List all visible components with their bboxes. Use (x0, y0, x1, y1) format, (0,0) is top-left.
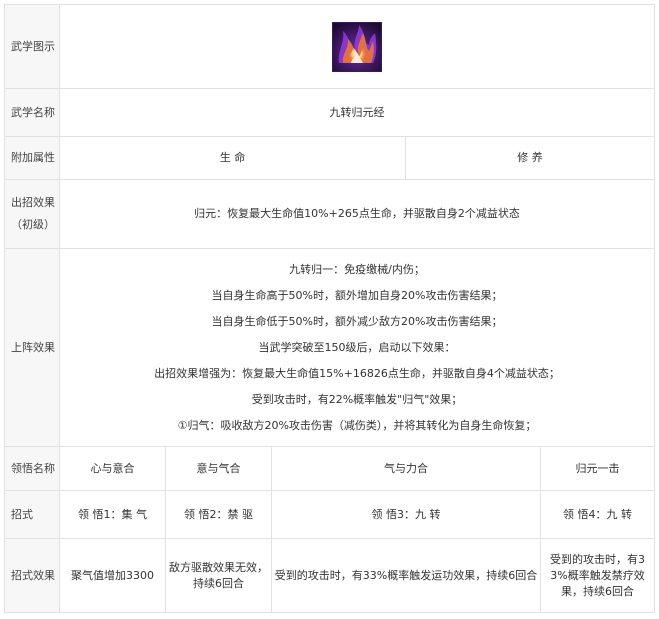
move-effect-3: 受到的攻击时，有33%概率触发运功效果，持续6回合 (271, 538, 541, 613)
icon-label: 武学图示 (4, 4, 60, 89)
formation-line: 当自身生命高于50%时，额外增加自身20%攻击伤害结果； (211, 288, 503, 302)
insight-label: 领悟名称 (4, 446, 60, 491)
row-formation: 上阵效果 九转归一：免疫缴械/内伤； 当自身生命高于50%时，额外增加自身20%… (4, 248, 655, 447)
attr-cultivation: 修 养 (405, 136, 655, 180)
formation-label: 上阵效果 (4, 248, 60, 447)
formation-line: 当武学突破至150级后，启动以下效果： (258, 340, 456, 354)
formation-line: ①归气：吸收敌方20%攻击伤害（减伤类），并将其转化为自身生命恢复； (177, 418, 537, 432)
move-2: 领 悟2：禁 驱 (165, 490, 272, 539)
icon-cell (59, 4, 655, 89)
effect-label-main: 出招效果 (11, 196, 55, 209)
row-move-effect: 招式效果 聚气值增加3300 敌方驱散效果无效，持续6回合 受到的攻击时，有33… (4, 538, 655, 613)
formation-effects: 九转归一：免疫缴械/内伤； 当自身生命高于50%时，额外增加自身20%攻击伤害结… (59, 248, 655, 447)
insight-2: 意与气合 (165, 446, 272, 491)
formation-line: 当自身生命低于50%时，额外减少敌方20%攻击伤害结果； (211, 314, 503, 328)
row-name: 武学名称 九转归元经 (4, 88, 655, 137)
attr-life: 生 命 (59, 136, 406, 180)
skill-table: 武学图示 武学名称 九转归元经 附加属性 生 命 修 养 出招效果 （初级） 归… (4, 4, 655, 613)
row-attr: 附加属性 生 命 修 养 (4, 136, 655, 180)
move-effect-4: 受到的攻击时，有33%概率触发禁疗效果，持续6回合 (540, 538, 655, 613)
insight-3: 气与力合 (271, 446, 541, 491)
formation-line: 出招效果增强为：恢复最大生命值15%+16826点生命，并驱散自身4个减益状态； (154, 366, 560, 380)
move-effect-label: 招式效果 (4, 538, 60, 613)
effect-value: 归元：恢复最大生命值10%+265点生命，并驱散自身2个减益状态 (59, 179, 655, 249)
move-3: 领 悟3：九 转 (271, 490, 541, 539)
move-4: 领 悟4：九 转 (540, 490, 655, 539)
skill-name: 九转归元经 (59, 88, 655, 137)
name-label: 武学名称 (4, 88, 60, 137)
row-icon: 武学图示 (4, 4, 655, 89)
formation-line: 九转归一：免疫缴械/内伤； (289, 262, 425, 276)
move-effect-2: 敌方驱散效果无效，持续6回合 (165, 538, 272, 613)
flame-icon (332, 21, 382, 72)
move-effect-1: 聚气值增加3300 (59, 538, 166, 613)
row-insight: 领悟名称 心与意合 意与气合 气与力合 归元一击 (4, 446, 655, 491)
formation-line: 受到攻击时，有22%概率触发"归气"效果； (251, 392, 463, 406)
move-label: 招式 (4, 490, 60, 539)
insight-4: 归元一击 (540, 446, 655, 491)
effect-label-level: （初级） (11, 218, 55, 231)
attr-label: 附加属性 (4, 136, 60, 180)
row-effect: 出招效果 （初级） 归元：恢复最大生命值10%+265点生命，并驱散自身2个减益… (4, 179, 655, 249)
insight-1: 心与意合 (59, 446, 166, 491)
effect-label: 出招效果 （初级） (4, 179, 60, 249)
page: 武学图示 武学名称 九转归元经 附加属性 生 命 修 养 出招效果 （初级） 归… (0, 0, 659, 619)
move-1: 领 悟1：集 气 (59, 490, 166, 539)
row-move: 招式 领 悟1：集 气 领 悟2：禁 驱 领 悟3：九 转 领 悟4：九 转 (4, 490, 655, 539)
